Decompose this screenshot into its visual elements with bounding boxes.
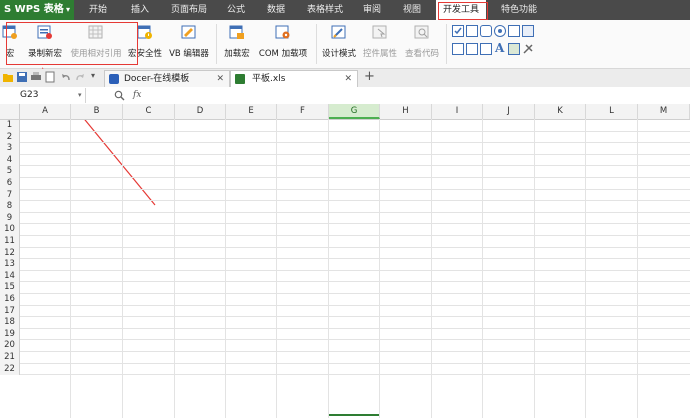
undo-icon[interactable] (60, 71, 72, 83)
row-gridline (20, 142, 690, 144)
row-header[interactable]: 17 (0, 305, 20, 318)
save-icon[interactable] (16, 71, 28, 83)
row-header[interactable]: 8 (0, 201, 20, 213)
formula-input[interactable] (150, 88, 688, 103)
doc-tab-label: 平板.xls (252, 74, 286, 84)
row-header[interactable]: 19 (0, 328, 20, 341)
column-gridline (174, 119, 175, 418)
row-gridline (20, 327, 690, 329)
row-gridline (20, 316, 690, 318)
doc-tab-label: Docer-在线模板 (124, 74, 190, 84)
row-gridline (20, 153, 690, 155)
row-header[interactable]: 16 (0, 294, 20, 306)
print-icon[interactable] (30, 71, 42, 83)
name-box[interactable]: G23 (0, 88, 86, 103)
doc-tab-xls[interactable]: 平板.xls ✕ (230, 70, 358, 87)
row-header[interactable]: 21 (0, 352, 20, 364)
annotation-arrow (42, 67, 156, 206)
column-header-row: A B C D E F G H I J K L M (0, 104, 690, 120)
active-cell-indicator (329, 414, 380, 418)
docer-icon (109, 74, 119, 84)
row-gridline (20, 281, 690, 283)
quick-access-dropdown-icon[interactable]: ▾ (91, 71, 95, 80)
row-header[interactable]: 15 (0, 282, 20, 294)
row-gridline (20, 211, 690, 213)
row-gridline (20, 362, 690, 364)
spreadsheet-icon (235, 74, 245, 84)
row-gridline (20, 177, 690, 178)
column-gridline (637, 119, 638, 418)
row-header[interactable]: 3 (0, 143, 20, 155)
search-icon[interactable] (114, 90, 125, 101)
column-gridline (328, 119, 329, 418)
row-gridline (20, 258, 690, 260)
row-gridline (20, 269, 690, 271)
column-header[interactable]: J (483, 104, 535, 119)
name-box-dropdown-icon[interactable]: ▾ (78, 88, 82, 103)
row-gridline (20, 339, 690, 341)
column-gridline (70, 119, 71, 418)
row-header[interactable]: 10 (0, 224, 20, 236)
column-header[interactable]: B (71, 104, 123, 119)
select-all-corner[interactable] (0, 104, 20, 119)
row-header[interactable]: 6 (0, 178, 20, 190)
column-gridline (585, 119, 586, 418)
row-gridline (20, 351, 690, 352)
row-header[interactable]: 12 (0, 247, 20, 260)
row-gridline (20, 235, 690, 236)
column-header[interactable]: F (277, 104, 329, 119)
row-gridline (20, 304, 690, 306)
column-gridline (122, 119, 123, 418)
document-tab-bar: ▾ Docer-在线模板 ✕ 平板.xls ✕ + (0, 69, 690, 88)
row-gridline (20, 293, 690, 294)
row-gridline (20, 223, 690, 225)
row-header[interactable]: 2 (0, 131, 20, 144)
column-gridline (276, 119, 277, 418)
row-header[interactable]: 14 (0, 270, 20, 283)
column-gridline (379, 119, 380, 418)
column-header[interactable]: D (175, 104, 226, 119)
column-header[interactable]: A (20, 104, 71, 119)
column-header[interactable]: H (380, 104, 432, 119)
row-header[interactable]: 13 (0, 259, 20, 271)
row-gridline (20, 246, 690, 248)
column-header[interactable]: K (535, 104, 586, 119)
row-gridline (20, 165, 690, 167)
row-header[interactable]: 4 (0, 154, 20, 167)
row-gridline (20, 188, 690, 190)
column-header[interactable]: M (638, 104, 690, 119)
close-icon[interactable]: ✕ (344, 71, 352, 87)
column-gridline (534, 119, 535, 418)
row-gridline (20, 374, 690, 376)
row-gridline (20, 200, 690, 202)
row-header[interactable]: 9 (0, 212, 20, 225)
column-header[interactable]: L (586, 104, 638, 119)
print-preview-icon[interactable] (44, 71, 56, 83)
row-header[interactable]: 7 (0, 189, 20, 202)
row-header[interactable]: 20 (0, 340, 20, 352)
row-header[interactable]: 22 (0, 363, 20, 376)
new-tab-plus-icon[interactable]: + (364, 69, 375, 85)
row-gridline (20, 130, 690, 132)
fx-label[interactable]: fx (133, 88, 141, 103)
doc-tab-docer[interactable]: Docer-在线模板 ✕ (104, 70, 230, 87)
row-header[interactable]: 11 (0, 236, 20, 248)
column-header[interactable]: E (226, 104, 277, 119)
redo-icon[interactable] (74, 71, 86, 83)
row-header[interactable]: 1 (0, 120, 20, 132)
row-header[interactable]: 5 (0, 166, 20, 178)
column-header-selected[interactable]: G (329, 104, 380, 119)
column-gridline (482, 119, 483, 418)
open-icon[interactable] (2, 71, 14, 83)
column-gridline (431, 119, 432, 418)
column-gridline (225, 119, 226, 418)
formula-bar: G23 ▾ fx (0, 87, 690, 105)
column-header[interactable]: I (432, 104, 483, 119)
close-icon[interactable]: ✕ (216, 71, 224, 87)
column-header[interactable]: C (123, 104, 175, 119)
row-header[interactable]: 18 (0, 317, 20, 329)
